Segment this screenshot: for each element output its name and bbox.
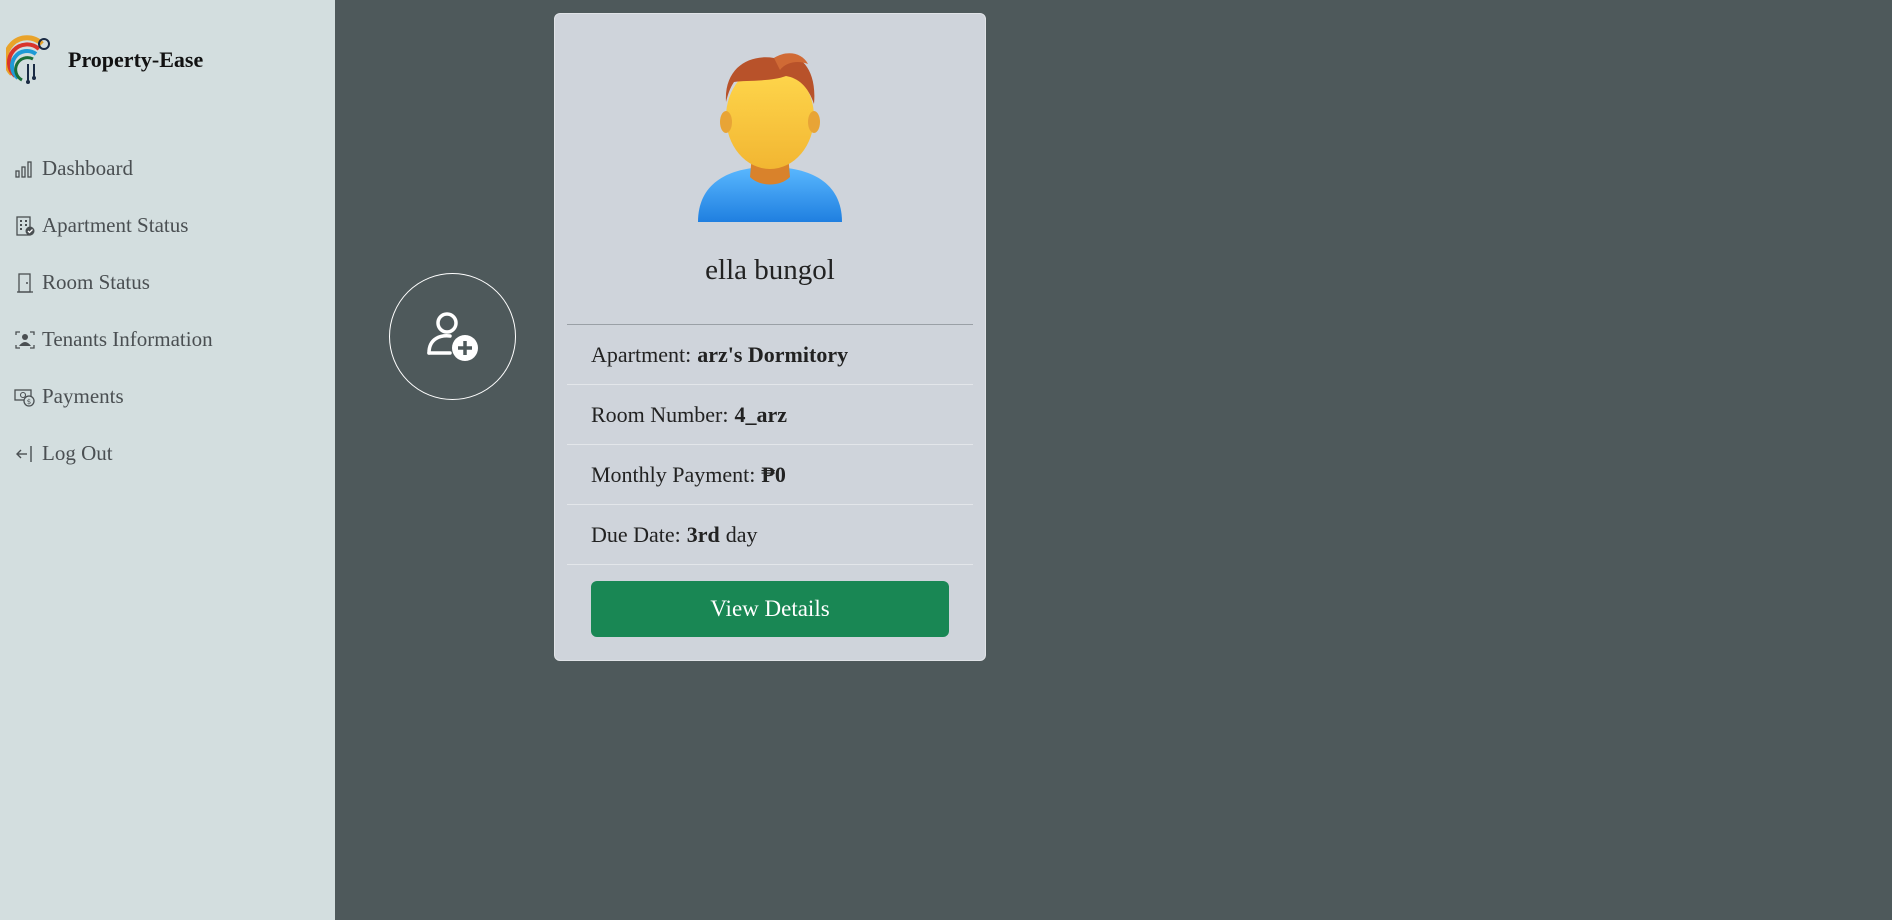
sidebar-item-tenants-information[interactable]: Tenants Information [14,311,213,368]
apartment-label: Apartment: [591,341,692,367]
room-number-value: 4_arz [734,401,788,427]
brand-name: Property-Ease [68,47,204,72]
monthly-payment-value: ₱0 [761,461,786,487]
tenant-info-list: Apartment: arz's Dormitory Room Number: … [567,325,973,565]
due-date-row: Due Date: 3rd day [567,505,973,565]
sidebar-item-label: Dashboard [42,156,133,180]
apartment-row: Apartment: arz's Dormitory [567,325,973,385]
person-add-icon [426,311,478,361]
sidebar-item-label: Room Status [42,270,150,294]
room-number-label: Room Number: [591,401,729,427]
sidebar-item-apartment-status[interactable]: Apartment Status [14,197,213,254]
sidebar-nav: Dashboard Apartment Status Room Status T… [14,140,213,482]
view-details-button[interactable]: View Details [591,581,949,637]
monthly-payment-label: Monthly Payment: [591,461,756,487]
sidebar-item-label: Payments [42,384,124,408]
property-ease-logo-icon [6,35,50,84]
apartment-value: arz's Dormitory [697,341,849,367]
due-date-label: Due Date: [591,521,681,547]
cash-coin-icon: $ [14,386,36,408]
logout-arrow-icon [14,443,36,465]
brand[interactable]: Property-Ease [6,34,203,86]
door-icon [14,272,36,294]
sidebar-item-label: Apartment Status [42,213,189,237]
person-badge-icon [14,329,36,351]
sidebar-item-label: Tenants Information [42,327,213,351]
room-number-row: Room Number: 4_arz [567,385,973,445]
building-check-icon [14,215,36,237]
tenant-card: ella bungol Apartment: arz's Dormitory R… [554,13,986,661]
due-date-suffix: day [725,521,758,547]
sidebar-item-log-out[interactable]: Log Out [14,425,213,482]
sidebar: Property-Ease Dashboard Apartment Status… [0,0,335,920]
add-tenant-button[interactable] [389,273,516,400]
due-date-value: 3rd [686,521,720,547]
sidebar-item-label: Log Out [42,441,113,465]
sidebar-item-payments[interactable]: $ Payments [14,368,213,425]
sidebar-item-room-status[interactable]: Room Status [14,254,213,311]
bar-chart-icon [14,158,36,180]
user-avatar-icon [698,53,842,222]
sidebar-item-dashboard[interactable]: Dashboard [14,140,213,197]
svg-text:$: $ [27,398,31,406]
tenant-name: ella bungol [705,254,835,286]
monthly-payment-row: Monthly Payment: ₱0 [567,445,973,505]
